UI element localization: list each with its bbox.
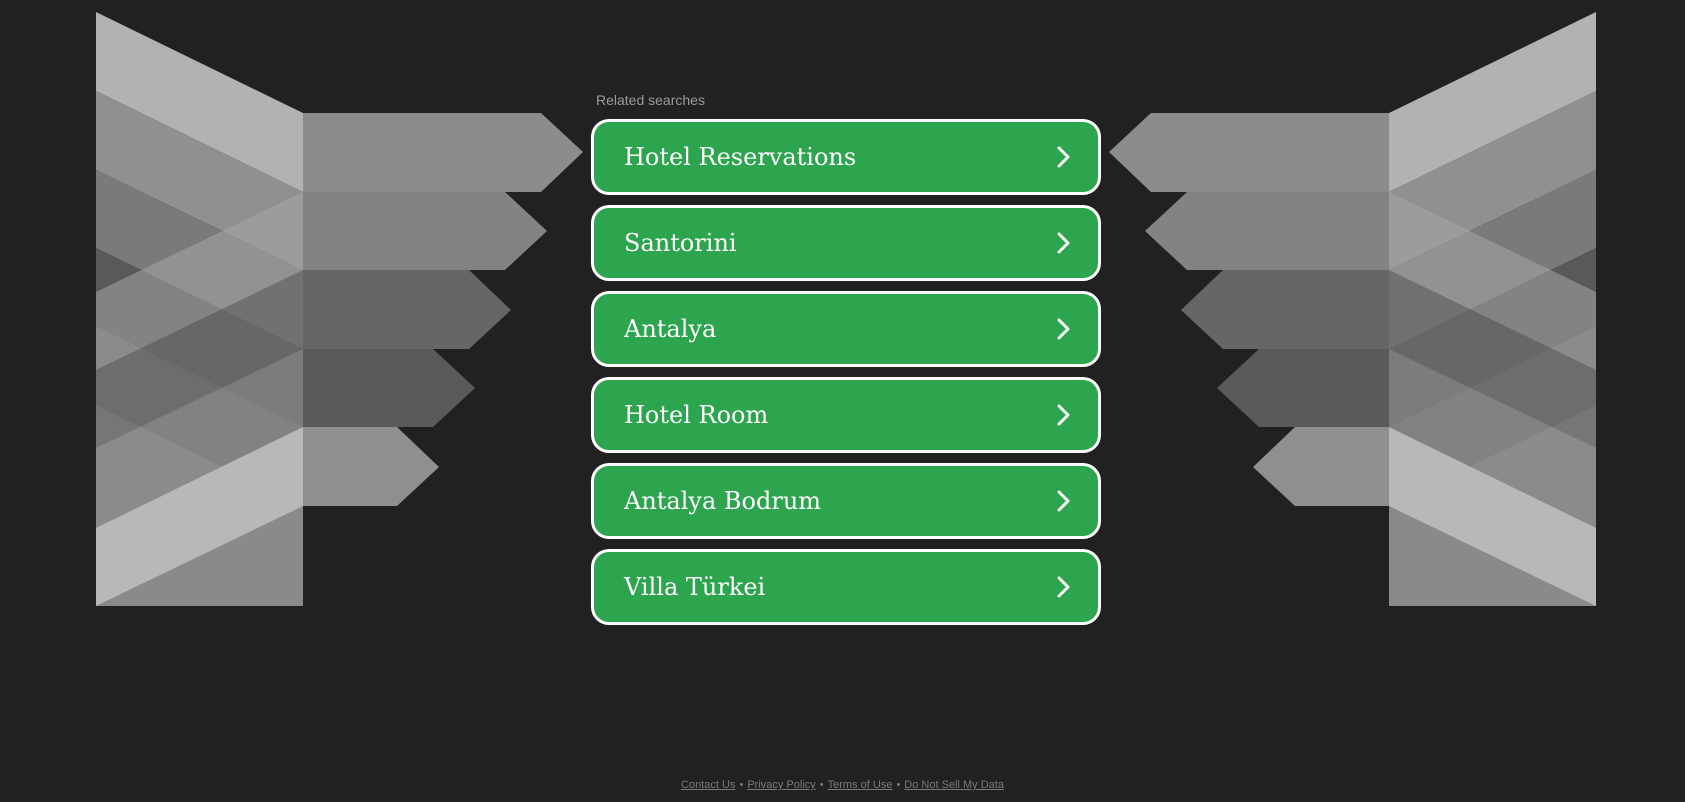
chevron-right-icon [1057, 576, 1070, 598]
search-item-santorini[interactable]: Santorini [591, 205, 1101, 281]
chevron-right-icon [1057, 318, 1070, 340]
search-item-villa-turkei[interactable]: Villa Türkei [591, 549, 1101, 625]
terms-of-use-link[interactable]: Terms of Use [828, 779, 893, 791]
footer-separator: • [896, 779, 901, 791]
search-item-hotel-room[interactable]: Hotel Room [591, 377, 1101, 453]
related-searches-list: Hotel Reservations Santorini Antalya Hot… [591, 119, 1101, 635]
search-item-label: Santorini [624, 229, 737, 257]
search-item-hotel-reservations[interactable]: Hotel Reservations [591, 119, 1101, 195]
chevron-right-icon [1057, 146, 1070, 168]
left-wing-decoration [96, 12, 583, 606]
right-wing-decoration [1109, 12, 1596, 606]
do-not-sell-link[interactable]: Do Not Sell My Data [904, 779, 1004, 791]
chevron-right-icon [1057, 232, 1070, 254]
related-searches-heading: Related searches [596, 92, 705, 108]
footer: Contact Us • Privacy Policy • Terms of Use • D… [0, 779, 1685, 791]
search-item-label: Villa Türkei [624, 573, 766, 601]
search-item-antalya-bodrum[interactable]: Antalya Bodrum [591, 463, 1101, 539]
search-item-label: Antalya [624, 315, 717, 343]
privacy-policy-link[interactable]: Privacy Policy [747, 779, 815, 791]
search-item-antalya[interactable]: Antalya [591, 291, 1101, 367]
footer-separator: • [739, 779, 744, 791]
chevron-right-icon [1057, 490, 1070, 512]
search-item-label: Hotel Reservations [624, 143, 857, 171]
footer-separator: • [819, 779, 824, 791]
contact-us-link[interactable]: Contact Us [681, 779, 735, 791]
search-item-label: Antalya Bodrum [624, 487, 822, 515]
chevron-right-icon [1057, 404, 1070, 426]
search-item-label: Hotel Room [624, 401, 769, 429]
